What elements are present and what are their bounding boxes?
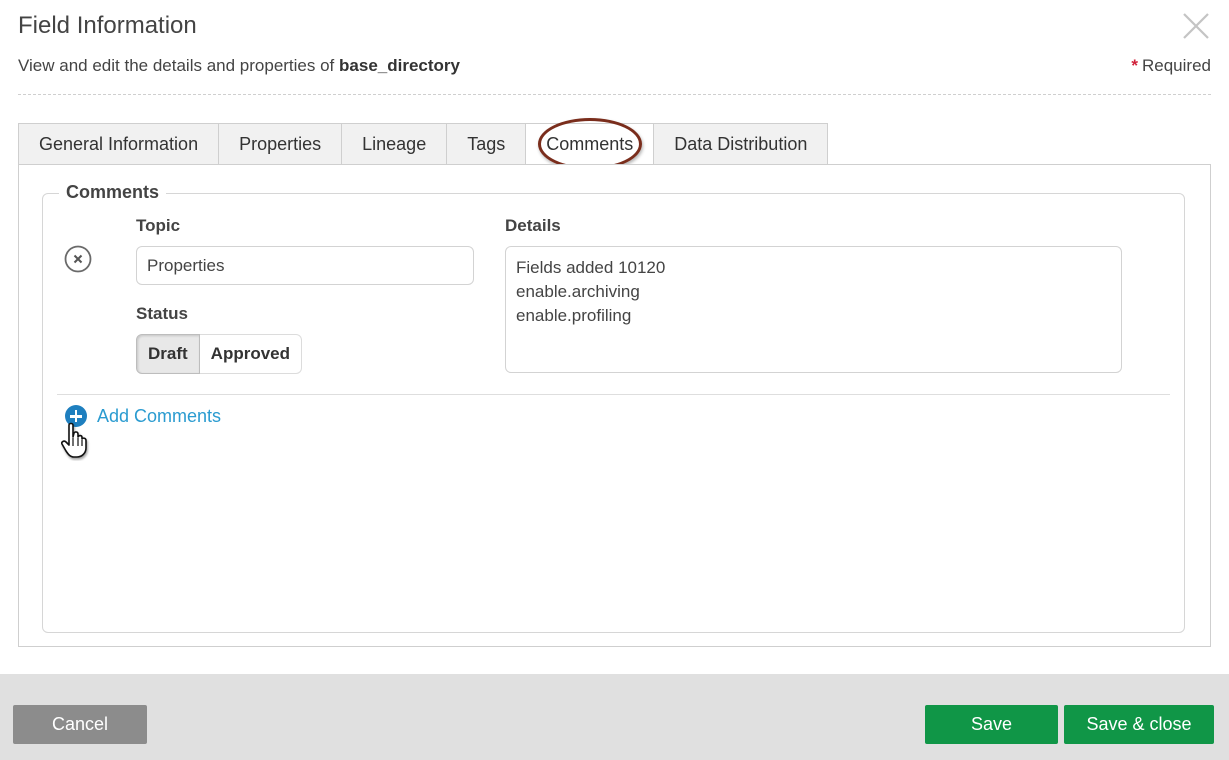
tab-general-information[interactable]: General Information [18, 123, 219, 165]
topic-input[interactable] [136, 246, 474, 285]
tab-lineage[interactable]: Lineage [341, 123, 447, 165]
dialog-footer: Cancel Save Save & close [0, 674, 1229, 760]
status-draft-button[interactable]: Draft [136, 334, 200, 374]
comments-fieldset: Comments Topic Status Draft Approved Det… [42, 182, 1185, 633]
save-and-close-button[interactable]: Save & close [1064, 705, 1214, 744]
status-label: Status [136, 304, 188, 323]
cancel-button[interactable]: Cancel [13, 705, 147, 744]
required-asterisk: * [1131, 56, 1138, 75]
details-label: Details [505, 216, 561, 235]
header-divider [18, 94, 1211, 95]
tab-data-distribution[interactable]: Data Distribution [653, 123, 829, 165]
dialog-subtitle: View and edit the details and properties… [18, 56, 460, 76]
comment-row-divider [57, 394, 1170, 395]
tab-properties[interactable]: Properties [218, 123, 342, 165]
tab-label: General Information [39, 133, 199, 154]
details-textarea[interactable]: Fields added 10120 enable.archiving enab… [505, 246, 1122, 373]
status-approved-button[interactable]: Approved [199, 334, 303, 374]
tab-tags[interactable]: Tags [446, 123, 526, 165]
tab-label: Data Distribution [674, 133, 808, 154]
tab-panel-comments: Comments Topic Status Draft Approved Det… [18, 164, 1211, 647]
field-name: base_directory [339, 56, 460, 75]
tab-label: Comments [546, 133, 634, 154]
topic-label: Topic [136, 216, 181, 235]
subtitle-text: View and edit the details and properties… [18, 56, 335, 75]
close-x-icon[interactable] [1180, 10, 1212, 42]
status-toggle-group: Draft Approved [136, 334, 303, 374]
circle-x-icon[interactable] [64, 245, 92, 273]
save-button[interactable]: Save [925, 705, 1058, 744]
tab-bar: General Information Properties Lineage T… [18, 118, 829, 170]
dialog-title: Field Information [18, 12, 197, 39]
plus-circle-icon [65, 405, 87, 427]
required-label: Required [1142, 56, 1211, 75]
required-note: * Required [1131, 56, 1211, 76]
tab-comments[interactable]: Comments [525, 118, 654, 170]
add-comments-link[interactable]: Add Comments [65, 405, 221, 427]
tab-label: Tags [467, 133, 506, 154]
comments-legend: Comments [59, 182, 167, 203]
tab-label: Properties [239, 133, 322, 154]
add-comments-label: Add Comments [97, 405, 222, 426]
tab-label: Lineage [362, 133, 427, 154]
